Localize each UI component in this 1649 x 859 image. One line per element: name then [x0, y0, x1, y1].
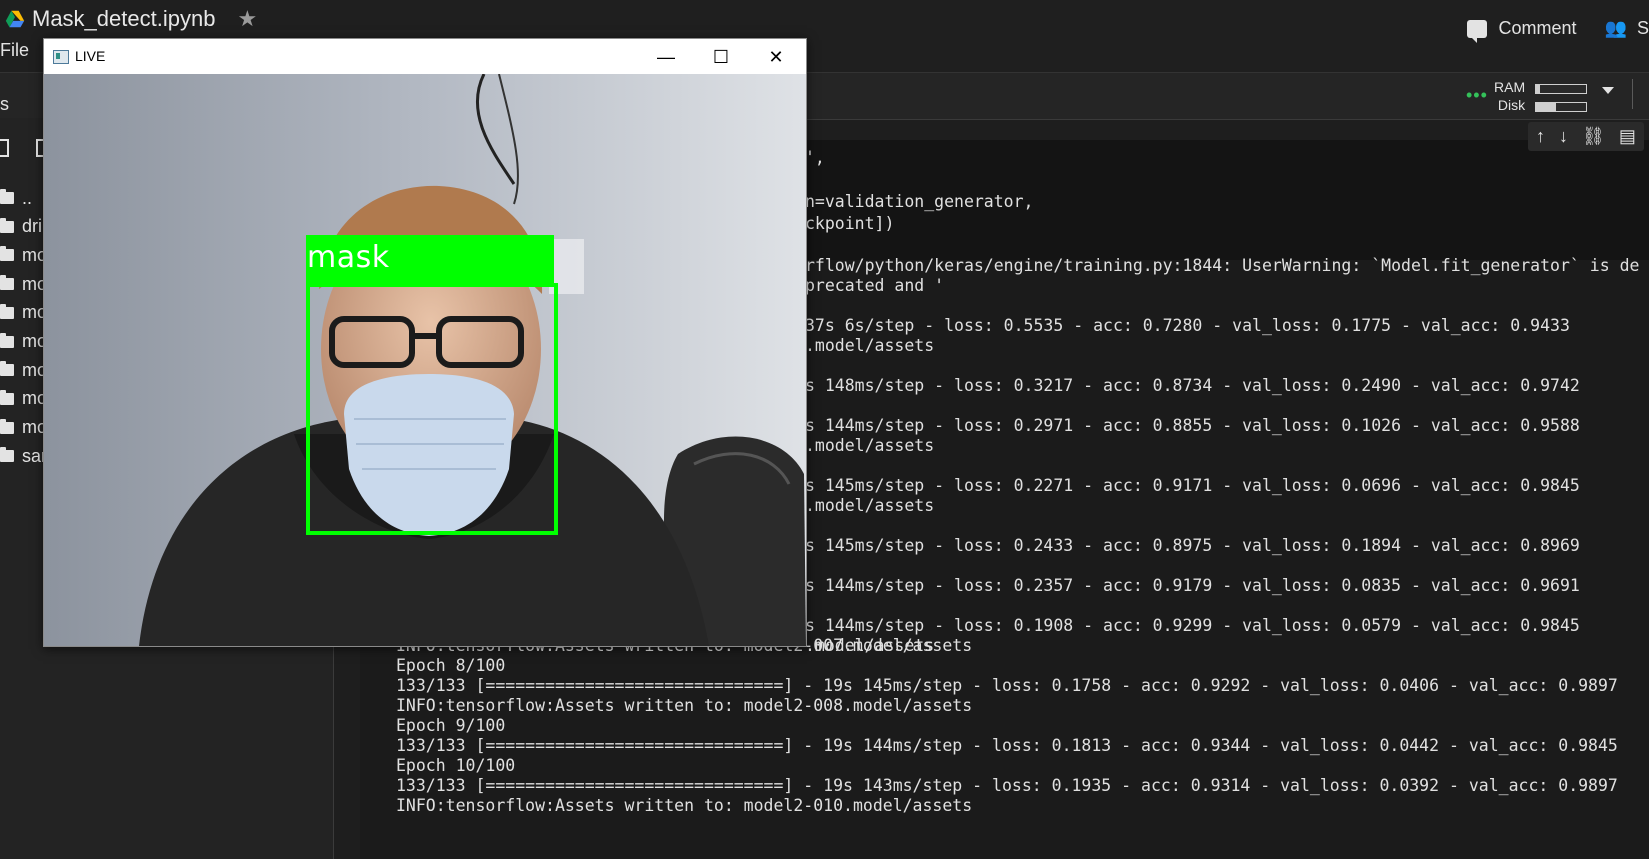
live-window[interactable]: LIVE — ☐ ✕ mask	[43, 38, 807, 647]
code-line: ckpoint])	[805, 214, 895, 233]
file-item[interactable]: mo	[0, 358, 47, 382]
output-line: .model/assets	[805, 336, 935, 355]
comment-cell-icon[interactable]: ▤	[1619, 126, 1636, 147]
output-line: s 148ms/step - loss: 0.3217 - acc: 0.873…	[805, 376, 1580, 395]
link-icon[interactable]: ⛓	[1582, 126, 1605, 147]
comment-button[interactable]: Comment	[1466, 18, 1577, 43]
folder-icon	[0, 332, 14, 348]
ram-bar-fill	[1536, 85, 1540, 93]
panel-title: s	[0, 94, 9, 114]
output-line: rflow/python/keras/engine/training.py:18…	[805, 256, 1640, 275]
output-line: 133/133 [==============================]…	[396, 736, 1618, 755]
resource-bars[interactable]	[1535, 81, 1587, 120]
resource-labels[interactable]: RAM Disk	[1494, 78, 1525, 114]
header-actions: Comment 👥 S	[1466, 18, 1649, 43]
webcam-frame: mask	[44, 74, 806, 646]
file-item[interactable]: dri	[0, 215, 42, 239]
cell-toolbar: ↑ ↓ ⛓ ▤	[1528, 122, 1644, 151]
folder-icon	[0, 217, 14, 233]
output-line: .model/assets	[805, 496, 935, 515]
folder-icon	[0, 275, 14, 291]
code-line: n=validation_generator,	[805, 192, 1034, 211]
menu-file[interactable]: File	[0, 40, 29, 61]
file-item[interactable]: mo	[0, 243, 47, 267]
ram-label: RAM	[1494, 79, 1526, 95]
connected-status-icon: •••	[1466, 85, 1488, 105]
output-line: Epoch 8/100	[396, 656, 506, 675]
detection-label: mask	[307, 240, 390, 275]
live-window-title: LIVE	[75, 48, 106, 64]
google-drive-icon[interactable]	[4, 8, 26, 30]
folder-icon	[0, 303, 14, 319]
folder-icon	[0, 361, 14, 377]
file-item[interactable]: mo	[0, 330, 47, 354]
output-line: Epoch 10/100	[396, 756, 516, 775]
output-line: Epoch 9/100	[396, 716, 506, 735]
ram-bar	[1535, 84, 1587, 94]
output-line: 37s 6s/step - loss: 0.5535 - acc: 0.7280…	[805, 316, 1570, 335]
title-row: Mask_detect.ipynb ★	[0, 0, 257, 38]
file-name: dri	[22, 216, 43, 237]
output-line: s 144ms/step - loss: 0.2357 - acc: 0.917…	[805, 576, 1580, 595]
disk-bar	[1535, 102, 1587, 112]
output-line: precated and '	[805, 276, 945, 295]
people-icon: 👥	[1604, 18, 1627, 38]
disk-bar-fill	[1536, 103, 1556, 111]
move-up-icon[interactable]: ↑	[1536, 126, 1545, 147]
share-label: S	[1636, 18, 1649, 38]
folder-icon	[0, 389, 14, 405]
file-name: ..	[22, 187, 33, 208]
live-window-titlebar[interactable]: LIVE — ☐ ✕	[44, 39, 806, 74]
toolbar-divider	[1632, 79, 1633, 109]
file-item[interactable]: mo	[0, 301, 47, 325]
move-down-icon[interactable]: ↓	[1559, 126, 1568, 147]
share-button[interactable]: 👥 S	[1605, 18, 1649, 39]
file-item[interactable]: mo	[0, 272, 47, 296]
output-line: 133/133 [==============================]…	[396, 676, 1618, 695]
upload-file-icon[interactable]	[0, 138, 10, 158]
file-item[interactable]: mo	[0, 416, 47, 440]
output-line: s 145ms/step - loss: 0.2271 - acc: 0.917…	[805, 476, 1580, 495]
comment-label: Comment	[1498, 18, 1577, 38]
file-item[interactable]: ..	[0, 186, 32, 210]
folder-icon	[0, 418, 14, 434]
resources-dropdown-icon[interactable]	[1602, 87, 1614, 94]
output-line: s 144ms/step - loss: 0.1908 - acc: 0.929…	[805, 616, 1580, 635]
output-line: .model/assets	[805, 436, 935, 455]
file-item[interactable]: mo	[0, 387, 47, 411]
code-line: ',	[805, 148, 825, 167]
output-line: 133/133 [==============================]…	[396, 776, 1618, 795]
disk-label: Disk	[1497, 97, 1526, 113]
folder-icon	[0, 246, 14, 262]
output-line: s 145ms/step - loss: 0.2433 - acc: 0.897…	[805, 536, 1580, 555]
close-icon[interactable]: ✕	[754, 45, 798, 69]
detection-bounding-box	[306, 283, 558, 535]
maximize-icon[interactable]: ☐	[699, 45, 743, 69]
output-line: INFO:tensorflow:Assets written to: model…	[396, 796, 973, 815]
comment-icon	[1466, 19, 1487, 43]
window-app-icon	[53, 50, 69, 64]
star-icon[interactable]: ★	[237, 6, 257, 32]
file-item[interactable]: sar	[0, 444, 47, 468]
parent-folder-icon	[0, 189, 14, 204]
output-line: s 144ms/step - loss: 0.2971 - acc: 0.885…	[805, 416, 1580, 435]
folder-icon	[0, 447, 14, 463]
output-line: INFO:tensorflow:Assets written to: model…	[396, 696, 973, 715]
notebook-title[interactable]: Mask_detect.ipynb	[32, 6, 215, 32]
minimize-icon[interactable]: —	[644, 45, 688, 69]
